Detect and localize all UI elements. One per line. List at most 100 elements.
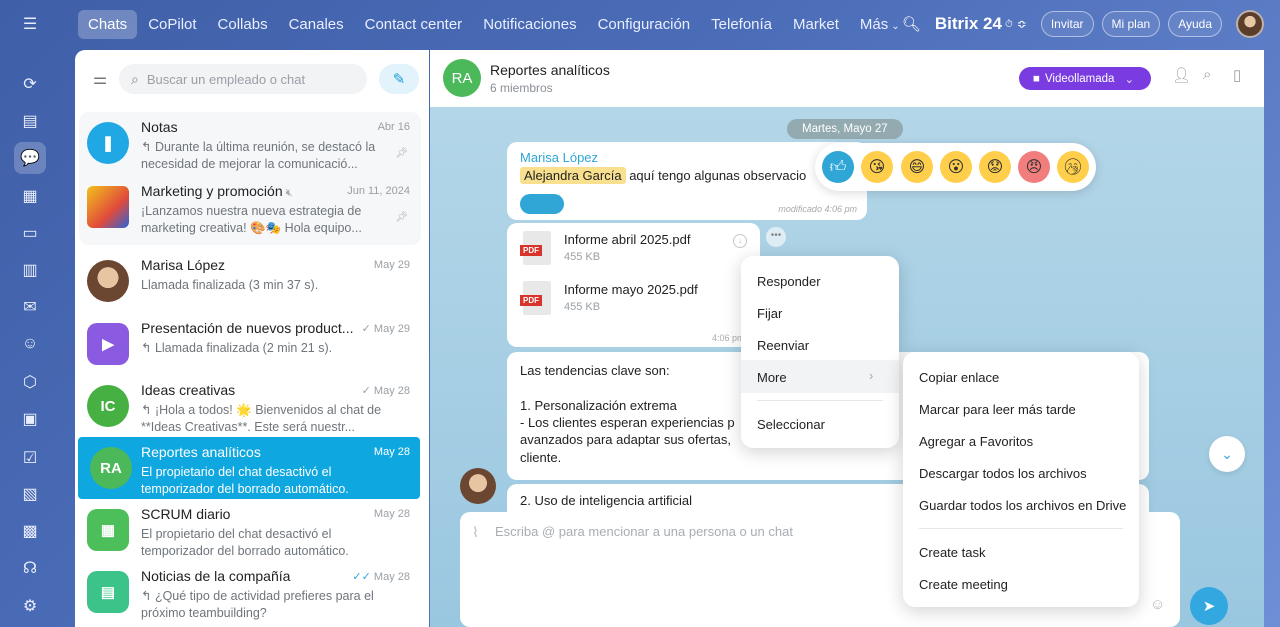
invite-button[interactable]: Invitar xyxy=(1040,11,1094,37)
chat-date: ✓ May 29 xyxy=(362,322,410,335)
chat-title[interactable]: Reportes analíticos xyxy=(490,62,610,78)
plan-button[interactable]: Mi plan xyxy=(1101,11,1161,37)
mail-icon[interactable]: ✉ xyxy=(14,291,46,323)
menu-item-responder[interactable]: Responder xyxy=(757,274,821,289)
menu-item-more[interactable]: More xyxy=(757,370,787,385)
more-options-icon[interactable]: ••• xyxy=(766,227,786,247)
nav-configuracion[interactable]: Configuración xyxy=(588,10,701,39)
chat-icon[interactable]: 💬 xyxy=(14,142,46,174)
video-call-label: Videollamada xyxy=(1044,72,1115,85)
filter-icon[interactable]: ⚌ xyxy=(85,64,115,94)
menu-item-seleccionar[interactable]: Seleccionar xyxy=(757,417,825,432)
sender-avatar[interactable] xyxy=(460,468,496,504)
nav-canales[interactable]: Canales xyxy=(279,10,354,39)
chat-item-presentacion[interactable]: ▶ Presentación de nuevos product... ✓ Ma… xyxy=(75,313,429,375)
chat-members[interactable]: 6 miembros xyxy=(490,81,553,95)
chat-preview: El propietario del chat desactivó el tem… xyxy=(141,465,349,496)
chat-list-panel: ⚌ ⌕ Buscar un empleado o chat ✎ ❚ Notas A… xyxy=(75,50,429,627)
nav-copilot[interactable]: CoPilot xyxy=(138,10,206,39)
like-icon[interactable]: 👍︎ xyxy=(822,151,854,183)
panel-icon[interactable]: ▯ xyxy=(1233,66,1241,84)
search-icon[interactable]: 🔍︎ xyxy=(902,15,921,33)
facepalm-emoji-icon[interactable]: 🤭︎ xyxy=(1057,151,1089,183)
menu-icon[interactable]: ☰ xyxy=(14,8,46,40)
angry-emoji-icon[interactable]: 😠︎ xyxy=(1018,151,1050,183)
chat-item-marketing[interactable]: Marketing y promoción 🔇︎ Jun 11, 2024 ¡La… xyxy=(75,176,429,238)
automation-icon[interactable]: ⬡ xyxy=(14,366,46,398)
download-icon[interactable]: ↓ xyxy=(733,234,747,248)
nav-chats[interactable]: Chats xyxy=(78,9,138,39)
file-size: 455 KB xyxy=(564,251,601,263)
submenu-create-task[interactable]: Create task xyxy=(919,545,985,560)
documents-icon[interactable]: ▥ xyxy=(14,254,46,286)
submenu-read-later[interactable]: Marcar para leer más tarde xyxy=(919,402,1076,417)
chat-preview: El propietario del chat desactivó el tem… xyxy=(141,527,349,558)
activity-icon[interactable]: ⟳ xyxy=(14,68,46,100)
muted-icon: 🔇︎ xyxy=(285,187,293,199)
message-meta: modificado 4:06 pm xyxy=(778,204,857,214)
sliders-icon[interactable]: ≎ xyxy=(1017,17,1027,31)
help-button[interactable]: Ayuda xyxy=(1168,11,1222,37)
submenu-copy-link[interactable]: Copiar enlace xyxy=(919,370,999,385)
submenu-create-meeting[interactable]: Create meeting xyxy=(919,577,1008,592)
chat-item-ideas[interactable]: IC Ideas creativas ✓ May 28 ↰ ¡Hola a to… xyxy=(75,375,429,437)
chat-date: Jun 11, 2024 xyxy=(347,185,410,197)
nav-collabs[interactable]: Collabs xyxy=(208,10,278,39)
chat-date: May 28 xyxy=(373,508,410,520)
chat-name: Ideas creativas xyxy=(141,382,236,398)
file-name[interactable]: Informe mayo 2025.pdf xyxy=(564,282,698,297)
menu-item-reenviar[interactable]: Reenviar xyxy=(757,338,809,353)
file-size: 455 KB xyxy=(564,301,601,313)
nav-market[interactable]: Market xyxy=(783,10,849,39)
tasks-icon[interactable]: ▤ xyxy=(14,105,46,137)
video-call-button[interactable]: ■ Videollamada ⌄ xyxy=(1019,67,1151,90)
reaction-badge[interactable] xyxy=(520,194,564,214)
file-name[interactable]: Informe abril 2025.pdf xyxy=(564,232,690,247)
checklist-icon[interactable]: ☑ xyxy=(14,442,46,474)
chat-item-marisa[interactable]: Marisa López May 29 Llamada finalizada (… xyxy=(75,250,429,312)
laugh-emoji-icon[interactable]: 😄︎ xyxy=(901,151,933,183)
nav-telefonia[interactable]: Telefonía xyxy=(701,10,782,39)
search-input[interactable]: ⌕ Buscar un empleado o chat xyxy=(119,64,367,94)
scroll-down-button[interactable]: ⌄ xyxy=(1209,436,1245,472)
menu-item-fijar[interactable]: Fijar xyxy=(757,306,782,321)
robot-icon[interactable]: ☊ xyxy=(14,552,46,584)
wow-emoji-icon[interactable]: 😮︎ xyxy=(940,151,972,183)
new-chat-button[interactable]: ✎ xyxy=(379,64,419,94)
settings-icon[interactable]: ⚙ xyxy=(14,590,46,622)
chat-date-text: May 28 xyxy=(373,385,410,397)
contacts-icon[interactable]: ☺ xyxy=(14,328,46,360)
nav-notificaciones[interactable]: Notificaciones xyxy=(473,10,586,39)
message-author[interactable]: Marisa López xyxy=(520,150,598,165)
message-bubble[interactable]: Marisa López Alejandra García aquí tengo… xyxy=(507,142,867,220)
submenu-download-all[interactable]: Descargar todos los archivos xyxy=(919,466,1087,481)
chat-item-reportes[interactable]: RA Reportes analíticos May 28 El propiet… xyxy=(78,437,420,499)
sad-emoji-icon[interactable]: 😟︎ xyxy=(979,151,1011,183)
nav-contact-center[interactable]: Contact center xyxy=(355,10,473,39)
card-icon[interactable]: ▧ xyxy=(14,478,46,510)
files-message[interactable]: PDF Informe abril 2025.pdf 455 KB ↓ PDF … xyxy=(507,223,760,347)
kiss-emoji-icon[interactable]: 😘︎ xyxy=(861,151,893,183)
chat-item-noticias[interactable]: ▤ Noticias de la compañía ✓✓ May 28 ↰ ¿Q… xyxy=(75,561,429,623)
send-button[interactable]: ➤ xyxy=(1190,587,1228,625)
submenu-favorites[interactable]: Agregar a Favoritos xyxy=(919,434,1033,449)
chat-avatar[interactable]: RA xyxy=(443,59,481,97)
chat-preview: ↰ ¡Hola a todos! 🌟 Bienvenidos al chat d… xyxy=(141,403,382,434)
submenu-save-drive[interactable]: Guardar todos los archivos en Drive xyxy=(919,498,1126,513)
board-icon[interactable]: ▣ xyxy=(14,403,46,435)
chat-item-notas[interactable]: ❚ Notas Abr 16 ↰ Durante la última reuni… xyxy=(75,112,429,174)
search-icon[interactable]: ⌕ xyxy=(1203,66,1211,83)
add-user-icon[interactable]: 👤︎ xyxy=(1172,66,1191,84)
calendar-icon[interactable]: ▦ xyxy=(14,180,46,212)
chat-item-scrum[interactable]: ▦ SCRUM diario May 28 El propietario del… xyxy=(75,499,429,561)
chat-name: Reportes analíticos xyxy=(141,444,261,460)
planner-icon[interactable]: ▩ xyxy=(14,515,46,547)
mention[interactable]: Alejandra García xyxy=(520,167,626,184)
nav-mas[interactable]: Más ⌄ xyxy=(850,10,910,39)
emoji-icon[interactable]: ☺ xyxy=(1150,596,1165,613)
message-line: 2. Uso de inteligencia artificial xyxy=(520,493,692,508)
drive-icon[interactable]: ▭ xyxy=(14,217,46,249)
user-avatar[interactable] xyxy=(1236,10,1264,38)
attach-icon[interactable]: ⌇ xyxy=(472,524,479,541)
pdf-label: PDF xyxy=(520,245,542,256)
